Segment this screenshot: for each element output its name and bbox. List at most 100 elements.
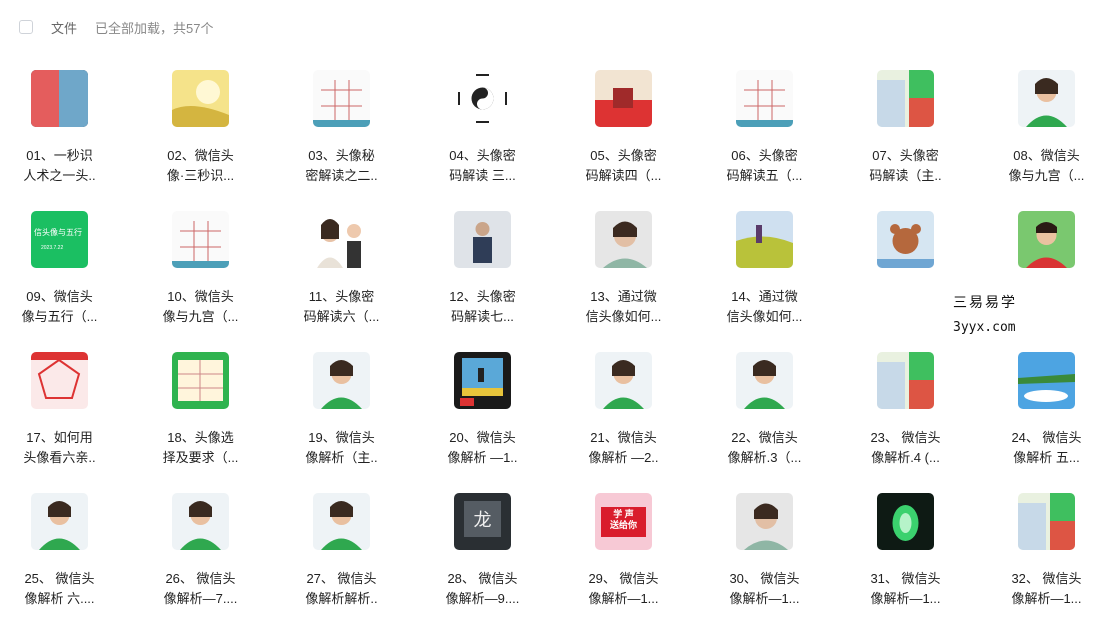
thumbnail-image[interactable] — [877, 70, 934, 127]
file-item[interactable]: 08、微信头 像与九宫（... — [987, 70, 1113, 211]
file-item[interactable]: 21、微信头 像解析 —2.. — [564, 352, 705, 493]
file-item[interactable]: 24、 微信头 像解析 五... — [987, 352, 1113, 493]
thumbnail-image[interactable] — [595, 70, 652, 127]
thumbnail-image[interactable] — [877, 352, 934, 409]
file-item[interactable]: 04、头像密 码解读 三... — [423, 70, 564, 211]
thumbnail-image[interactable] — [736, 211, 793, 268]
thumbnail-image[interactable] — [31, 352, 88, 409]
file-name[interactable]: 11、头像密 码解读六（... — [282, 287, 401, 327]
thumbnail-image[interactable] — [1018, 493, 1075, 550]
file-item[interactable]: 20、微信头 像解析 —1.. — [423, 352, 564, 493]
file-name[interactable]: 29、 微信头 像解析—1... — [564, 569, 683, 609]
file-name[interactable]: 30、 微信头 像解析—1... — [705, 569, 824, 609]
file-item[interactable]: 11、头像密 码解读六（... — [282, 211, 423, 352]
thumbnail-image[interactable] — [454, 211, 511, 268]
thumbnail-image[interactable] — [1018, 70, 1075, 127]
file-name[interactable]: 05、头像密 码解读四（... — [564, 146, 683, 186]
file-name[interactable]: 07、头像密 码解读（主.. — [846, 146, 965, 186]
slide-date-text: 2023.7.22 — [41, 245, 64, 251]
thumbnail-image[interactable] — [31, 70, 88, 127]
file-name[interactable]: 12、头像密 码解读七... — [423, 287, 542, 327]
thumbnail-image[interactable] — [736, 493, 793, 550]
thumbnail-image[interactable] — [1018, 211, 1075, 268]
thumbnail-image[interactable] — [877, 211, 934, 268]
file-name[interactable]: 09、微信头 像与五行（... — [0, 287, 119, 327]
file-item[interactable]: 30、 微信头 像解析—1... — [705, 493, 846, 634]
file-name[interactable]: 32、 微信头 像解析—1... — [987, 569, 1106, 609]
thumbnail-image[interactable]: 学 声 送给你 — [595, 493, 652, 550]
file-name[interactable]: 23、 微信头 像解析.4 (... — [846, 428, 965, 468]
thumbnail-image[interactable] — [454, 70, 511, 127]
file-item[interactable]: 10、微信头 像与九宫（... — [141, 211, 282, 352]
file-name[interactable]: 10、微信头 像与九宫（... — [141, 287, 260, 327]
thumbnail-image[interactable] — [172, 70, 229, 127]
file-item[interactable]: 23、 微信头 像解析.4 (... — [846, 352, 987, 493]
file-item[interactable]: 03、头像秘 密解读之二.. — [282, 70, 423, 211]
thumbnail-image[interactable] — [172, 493, 229, 550]
file-name[interactable]: 26、 微信头 像解析—7.... — [141, 569, 260, 609]
file-item[interactable]: 12、头像密 码解读七... — [423, 211, 564, 352]
thumbnail-image[interactable] — [877, 493, 934, 550]
file-item[interactable]: 19、微信头 像解析（主.. — [282, 352, 423, 493]
file-name[interactable]: 01、一秒识 人术之一头.. — [0, 146, 119, 186]
file-item[interactable]: 17、如何用 头像看六亲.. — [0, 352, 141, 493]
file-name[interactable]: 17、如何用 头像看六亲.. — [0, 428, 119, 468]
thumbnail-text: 学 声 送给你 — [609, 509, 637, 530]
file-name[interactable]: 20、微信头 像解析 —1.. — [423, 428, 542, 468]
file-name[interactable]: 02、微信头 像·三秒识... — [141, 146, 260, 186]
file-name[interactable]: 28、 微信头 像解析—9.... — [423, 569, 542, 609]
column-label-file[interactable]: 文件 — [51, 18, 77, 37]
file-name[interactable]: 31、 微信头 像解析—1... — [846, 569, 965, 609]
thumbnail-image[interactable] — [313, 352, 370, 409]
thumbnail-image[interactable] — [172, 211, 229, 268]
file-name[interactable]: 21、微信头 像解析 —2.. — [564, 428, 683, 468]
file-item[interactable]: 05、头像密 码解读四（... — [564, 70, 705, 211]
file-item[interactable]: 06、头像密 码解读五（... — [705, 70, 846, 211]
file-name[interactable]: 06、头像密 码解读五（... — [705, 146, 824, 186]
file-name[interactable]: 25、 微信头 像解析 六.... — [0, 569, 119, 609]
file-item[interactable]: 25、 微信头 像解析 六.... — [0, 493, 141, 634]
file-name[interactable]: 18、头像选 择及要求（... — [141, 428, 260, 468]
thumbnail-image[interactable] — [1018, 352, 1075, 409]
thumbnail-image[interactable]: 龙 — [454, 493, 511, 550]
file-name[interactable]: 27、 微信头 像解析解析.. — [282, 569, 401, 609]
file-item[interactable]: 26、 微信头 像解析—7.... — [141, 493, 282, 634]
thumbnail-image[interactable] — [313, 70, 370, 127]
file-name[interactable]: 03、头像秘 密解读之二.. — [282, 146, 401, 186]
thumbnail-image[interactable] — [595, 352, 652, 409]
file-name[interactable]: 19、微信头 像解析（主.. — [282, 428, 401, 468]
thumbnail-image[interactable] — [313, 211, 370, 268]
thumbnail-image[interactable] — [172, 352, 229, 409]
file-item[interactable]: 27、 微信头 像解析解析.. — [282, 493, 423, 634]
thumbnail-image[interactable] — [454, 352, 511, 409]
thumbnail-image[interactable] — [595, 211, 652, 268]
file-name[interactable]: 08、微信头 像与九宫（... — [987, 146, 1106, 186]
thumbnail-image[interactable]: 信头像与五行 2023.7.22 — [31, 211, 88, 268]
list-header: 文件 已全部加载，共57个 — [19, 17, 213, 37]
file-item[interactable]: 学 声 送给你 29、 微信头 像解析—1... — [564, 493, 705, 634]
file-name[interactable]: 22、微信头 像解析.3（... — [705, 428, 824, 468]
select-all-checkbox[interactable] — [19, 20, 33, 34]
file-name[interactable]: 04、头像密 码解读 三... — [423, 146, 542, 186]
file-item[interactable]: 13、通过微 信头像如何... — [564, 211, 705, 352]
file-name[interactable]: 13、通过微 信头像如何... — [564, 287, 683, 327]
thumbnail-image[interactable] — [313, 493, 370, 550]
file-item[interactable]: 信头像与五行 2023.7.22 09、微信头 像与五行（... — [0, 211, 141, 352]
file-item[interactable]: 龙 28、 微信头 像解析—9.... — [423, 493, 564, 634]
file-name[interactable]: 24、 微信头 像解析 五... — [987, 428, 1106, 468]
file-item[interactable]: 02、微信头 像·三秒识... — [141, 70, 282, 211]
file-name[interactable]: 14、通过微 信头像如何... — [705, 287, 824, 327]
file-item[interactable]: 07、头像密 码解读（主.. — [846, 70, 987, 211]
file-grid: 01、一秒识 人术之一头.. 02、微信头 像·三秒识... 03、头像秘 密解读之… — [0, 70, 1113, 634]
watermark-text: 三易易学 — [953, 295, 1017, 311]
file-item[interactable]: 22、微信头 像解析.3（... — [705, 352, 846, 493]
file-item[interactable]: 32、 微信头 像解析—1... — [987, 493, 1113, 634]
file-item[interactable]: 14、通过微 信头像如何... — [705, 211, 846, 352]
file-item[interactable]: 31、 微信头 像解析—1... — [846, 493, 987, 634]
slide-title-text: 信头像与五行 — [34, 228, 82, 237]
thumbnail-image[interactable] — [736, 70, 793, 127]
thumbnail-image[interactable] — [31, 493, 88, 550]
file-item[interactable]: 18、头像选 择及要求（... — [141, 352, 282, 493]
file-item[interactable]: 01、一秒识 人术之一头.. — [0, 70, 141, 211]
thumbnail-image[interactable] — [736, 352, 793, 409]
